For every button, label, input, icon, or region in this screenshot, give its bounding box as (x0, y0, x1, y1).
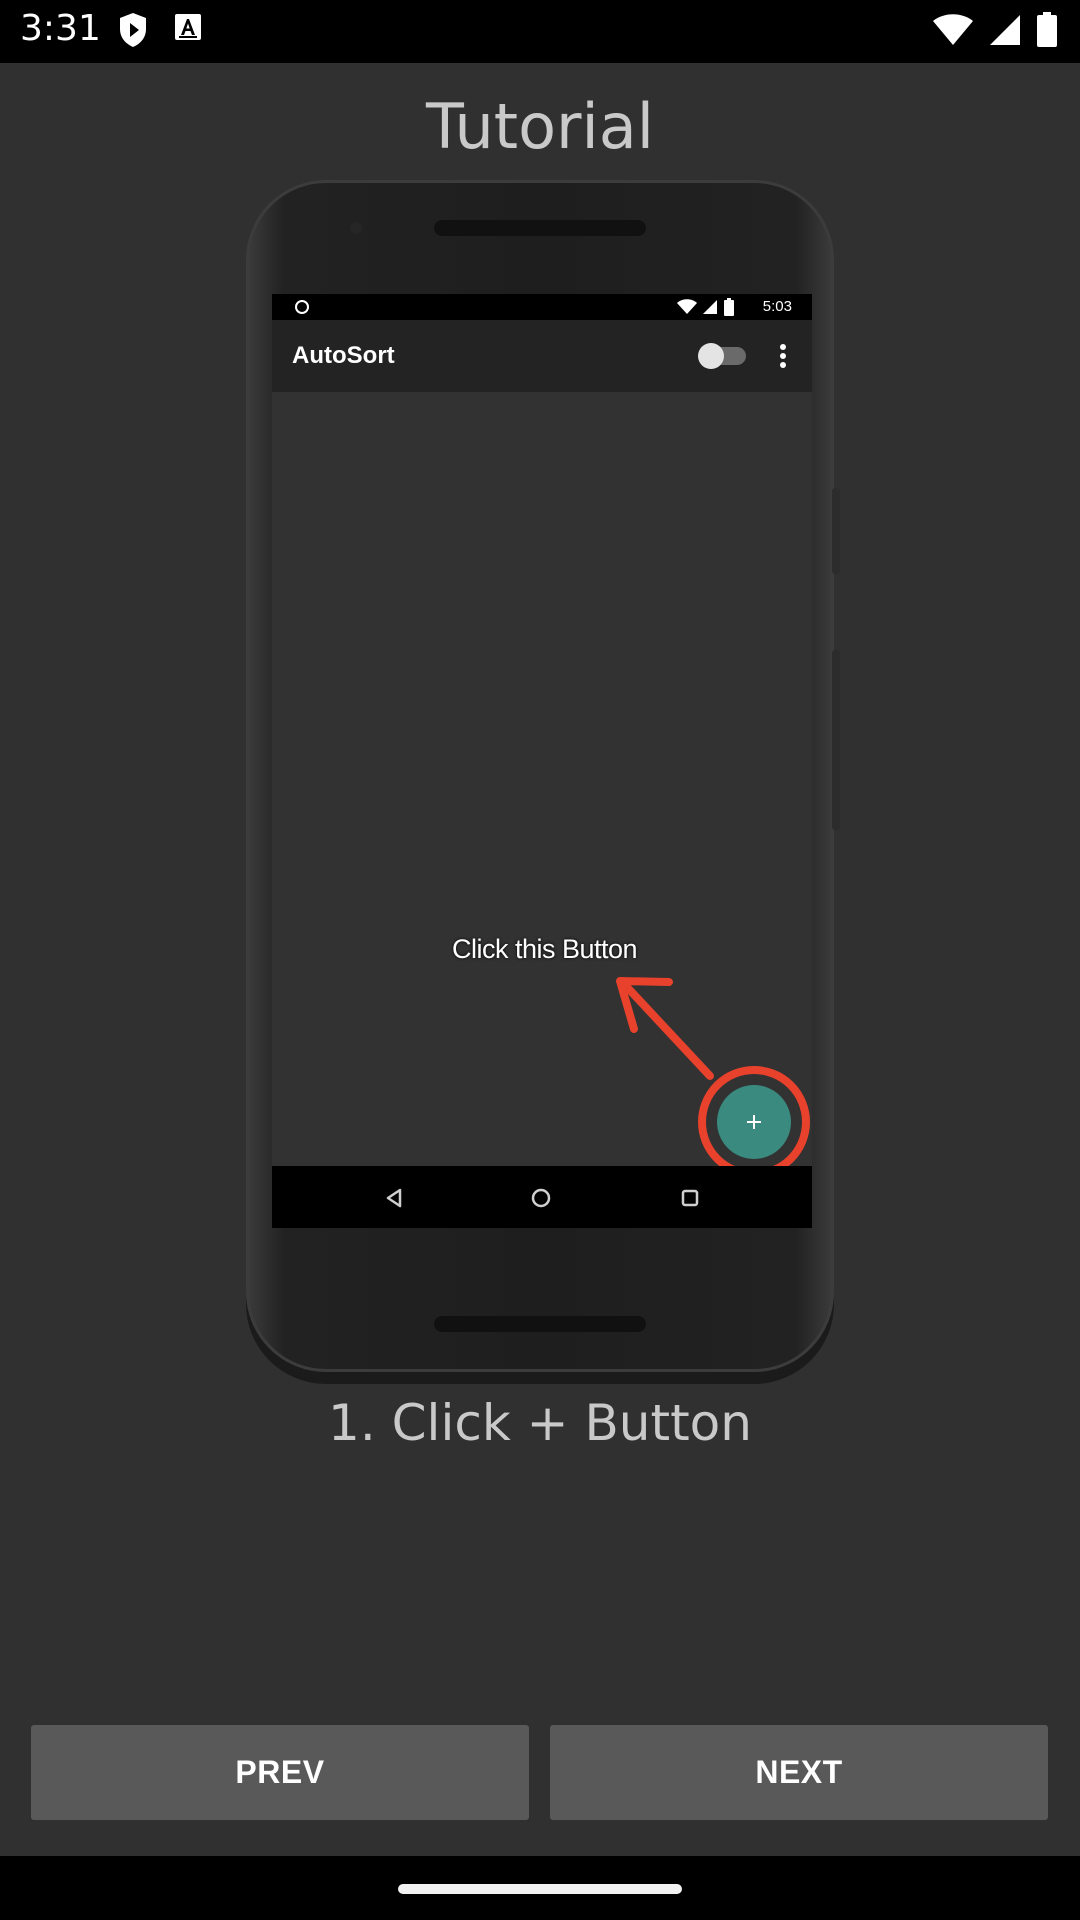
cell-signal-icon (988, 13, 1022, 51)
mini-navbar (272, 1166, 812, 1228)
status-time: 3:31 (20, 8, 101, 49)
step-caption: 1. Click + Button (328, 1394, 752, 1452)
home-gesture-handle[interactable] (398, 1884, 682, 1894)
text-a-icon (174, 12, 202, 52)
status-left-icons (118, 12, 202, 52)
phone-screen: 5:03 AutoSort Click this Button (272, 294, 812, 1228)
tutorial-illustration: 5:03 AutoSort Click this Button (246, 180, 840, 1374)
battery-icon (1036, 12, 1058, 52)
phone-volume-button (832, 488, 840, 574)
mini-back-icon (384, 1188, 404, 1212)
mini-recents-icon (680, 1188, 700, 1212)
status-right-icons (932, 12, 1058, 52)
shield-play-icon (118, 12, 148, 52)
phone-camera (350, 222, 362, 234)
phone-power-button (832, 650, 840, 830)
prev-button[interactable]: PREV (31, 1725, 529, 1820)
annotation-arrow-icon (616, 977, 714, 1080)
mini-home-icon (530, 1187, 552, 1213)
fab-plus-icon (717, 1085, 791, 1159)
wifi-icon (932, 13, 974, 51)
mini-annotation (616, 977, 810, 1178)
phone-speaker-top (434, 220, 646, 236)
system-nav-bar (0, 1856, 1080, 1920)
page-title: Tutorial (426, 90, 654, 163)
status-bar: 3:31 (0, 0, 1080, 63)
phone-speaker-bottom (434, 1316, 646, 1332)
next-button[interactable]: NEXT (550, 1725, 1048, 1820)
